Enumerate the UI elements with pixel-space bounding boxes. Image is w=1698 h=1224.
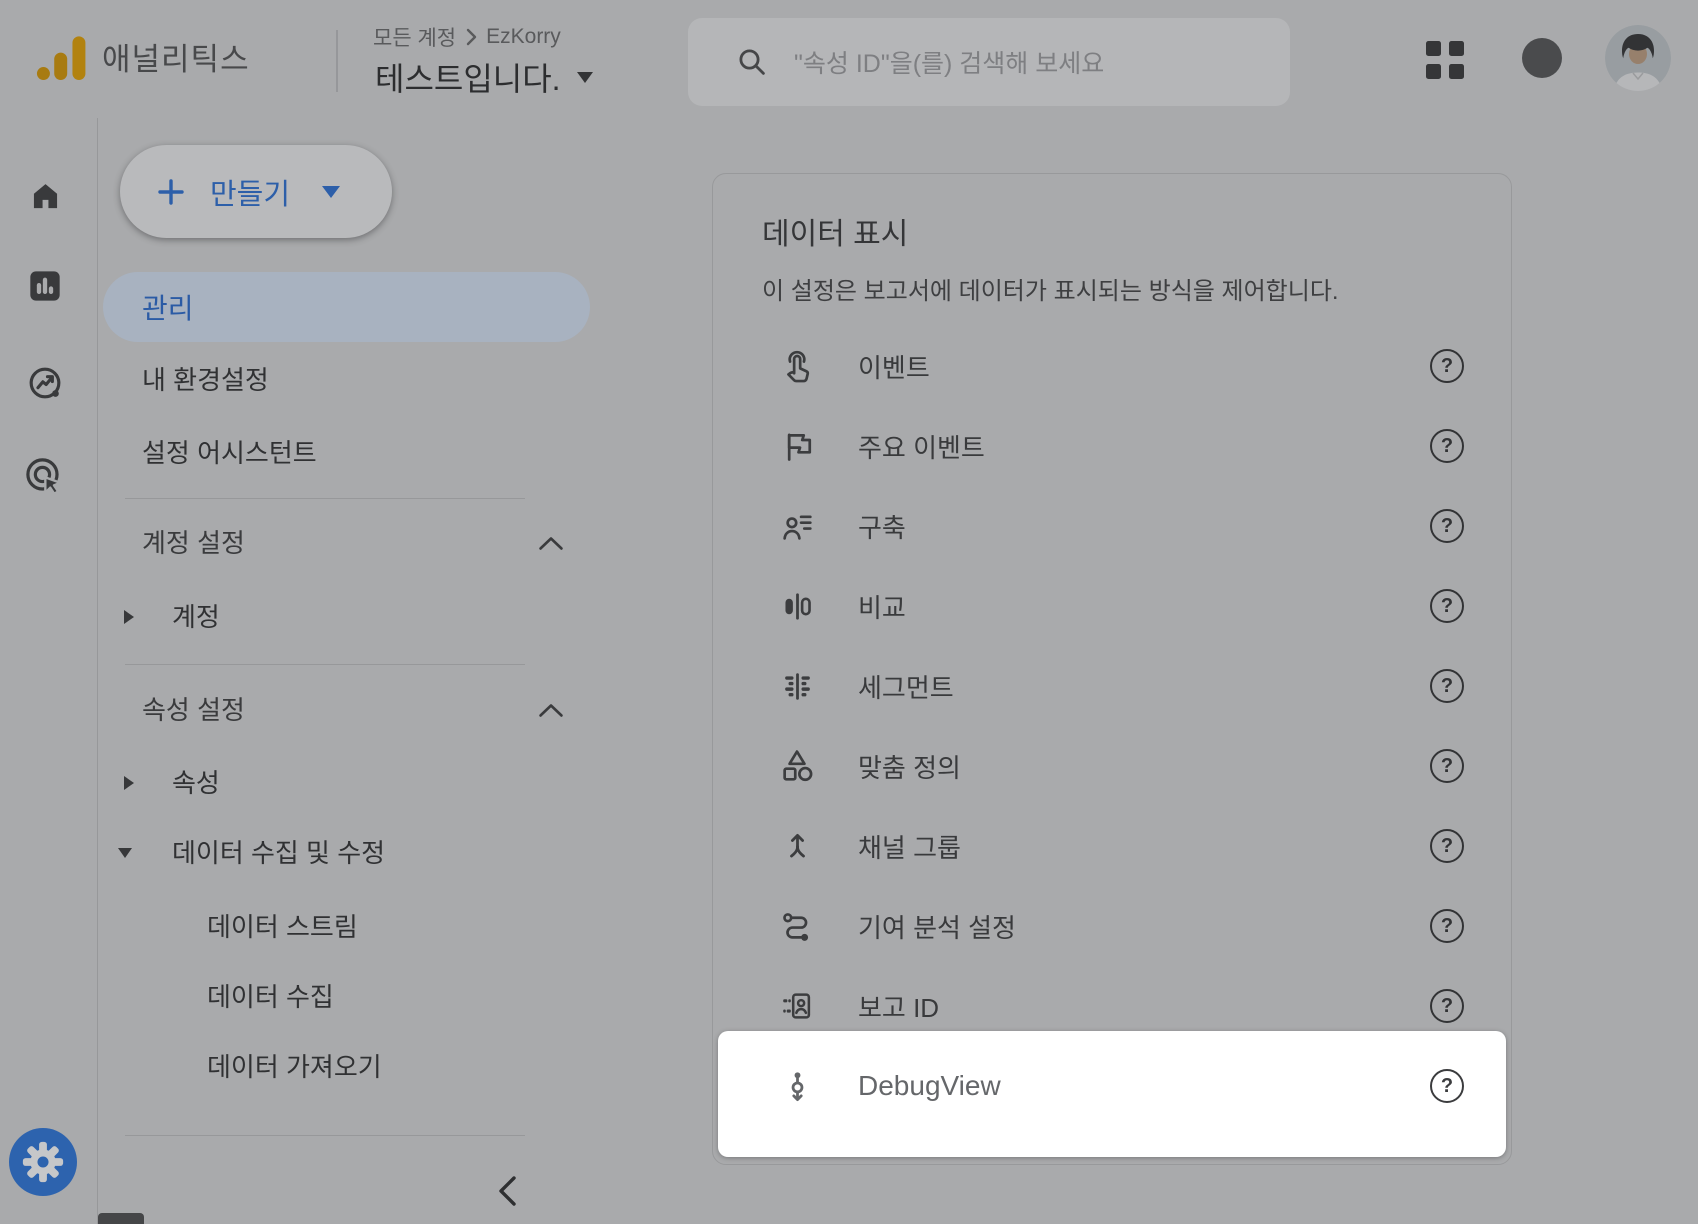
breadcrumb[interactable]: 모든 계정 EzKorry [373,22,561,52]
card-row-attribution-settings[interactable]: 기여 분석 설정 [775,886,1490,966]
help-icon[interactable] [1430,749,1464,783]
row-label: 주요 이벤트 [858,428,985,465]
grid-square [1426,64,1441,79]
row-label: 이벤트 [858,348,930,385]
plus-icon [156,177,186,207]
sidebar-item-data-collection-modification[interactable]: 데이터 수집 및 수정 [172,833,385,873]
reports-icon[interactable] [25,266,65,306]
header-help-icon[interactable] [1522,38,1562,78]
sidebar-item-data-import[interactable]: 데이터 가져오기 [207,1047,382,1087]
segment-icon [775,664,819,708]
menu-divider [125,664,525,665]
help-icon[interactable] [1430,589,1464,623]
create-button[interactable]: 만들기 [120,145,392,238]
help-icon[interactable] [1430,1069,1464,1103]
help-icon[interactable] [1430,909,1464,943]
admin-settings-gear-icon[interactable] [9,1128,77,1196]
analytics-admin-screen: 애널리틱스 모든 계정 EzKorry 테스트입니다. "속성 ID"을(를) … [0,0,1698,1224]
user-avatar[interactable] [1605,25,1671,91]
search-icon [736,46,768,78]
breadcrumb-account[interactable]: EzKorry [486,25,561,49]
explore-icon[interactable] [25,363,65,403]
channel-merge-icon [775,824,819,868]
sidebar-item-setup-assistant[interactable]: 설정 어시스턴트 [142,433,317,473]
grid-square [1449,64,1464,79]
menu-divider [125,1135,525,1136]
row-label: 비교 [858,588,906,625]
row-label: 세그먼트 [858,668,954,705]
row-label: 구축 [858,508,906,545]
help-icon[interactable] [1430,669,1464,703]
breadcrumb-all-accounts[interactable]: 모든 계정 [373,22,456,52]
card-row-audiences[interactable]: 구축 [775,486,1490,566]
create-caret-down-icon[interactable] [322,186,340,198]
breadcrumb-chevron-icon [465,28,477,46]
search-bar[interactable]: "속성 ID"을(를) 검색해 보세요 [688,18,1290,106]
debug-timeline-icon [775,1064,819,1108]
row-label: 맞춤 정의 [858,748,961,785]
sidebar-item-data-streams[interactable]: 데이터 스트림 [207,907,358,947]
search-placeholder: "속성 ID"을(를) 검색해 보세요 [794,44,1104,80]
reporting-id-card-icon [775,984,819,1028]
section-property-settings[interactable]: 속성 설정 [142,690,245,730]
category-shapes-icon [775,744,819,788]
help-icon[interactable] [1430,509,1464,543]
sidebar-item-label: 관리 [142,287,194,327]
rail-divider [97,118,98,1224]
card-row-comparisons[interactable]: 비교 [775,566,1490,646]
home-icon[interactable] [27,177,64,214]
attribution-path-icon [775,904,819,948]
card-row-segments[interactable]: 세그먼트 [775,646,1490,726]
help-icon[interactable] [1430,349,1464,383]
sidebar-item-data-collection[interactable]: 데이터 수집 [207,977,334,1017]
card-subtitle: 이 설정은 보고서에 데이터가 표시되는 방식을 제어합니다. [762,271,1339,306]
partial-bottom-element [98,1213,144,1224]
card-row-reporting-identity[interactable]: 보고 ID [775,966,1490,1046]
card-row-key-events[interactable]: 주요 이벤트 [775,406,1490,486]
row-label: 채널 그룹 [858,828,961,865]
compare-icon [775,584,819,628]
collapse-arrow-down-icon[interactable] [118,848,132,858]
property-switcher[interactable]: 테스트입니다. [375,54,593,100]
header-divider [336,30,338,92]
expand-arrow-icon[interactable] [124,776,134,790]
card-row-custom-definitions[interactable]: 맞춤 정의 [775,726,1490,806]
expand-arrow-icon[interactable] [124,610,134,624]
grid-square [1426,41,1441,56]
card-title: 데이터 표시 [762,209,908,253]
property-caret-down-icon [577,72,593,83]
property-title[interactable]: 테스트입니다. [375,54,561,100]
row-label: DebugView [858,1070,1001,1102]
sidebar-item-my-preferences[interactable]: 내 환경설정 [142,360,269,400]
help-icon[interactable] [1430,429,1464,463]
audience-icon [775,504,819,548]
advertising-icon[interactable] [23,455,67,499]
sidebar-item-admin[interactable]: 관리 [103,272,590,342]
flag-icon [775,424,819,468]
help-icon[interactable] [1430,829,1464,863]
analytics-logo-icon[interactable] [36,34,90,82]
apps-grid-icon[interactable] [1426,41,1464,79]
help-icon[interactable] [1430,989,1464,1023]
row-label: 보고 ID [858,988,939,1025]
sidebar-item-account[interactable]: 계정 [172,597,220,637]
card-row-debugview[interactable]: DebugView [775,1046,1490,1126]
card-row-channel-groups[interactable]: 채널 그룹 [775,806,1490,886]
section-account-settings[interactable]: 계정 설정 [142,523,245,563]
collapse-sidebar-chevron-left-icon[interactable] [496,1175,518,1207]
collapse-chevron-up-icon[interactable] [538,703,564,718]
grid-square [1449,41,1464,56]
tap-event-icon [775,344,819,388]
collapse-chevron-up-icon[interactable] [538,536,564,551]
card-row-events[interactable]: 이벤트 [775,326,1490,406]
row-label: 기여 분석 설정 [858,908,1016,945]
sidebar-item-property[interactable]: 속성 [172,763,220,803]
create-button-label: 만들기 [210,171,290,213]
app-name: 애널리틱스 [102,40,250,80]
menu-divider [125,498,525,499]
